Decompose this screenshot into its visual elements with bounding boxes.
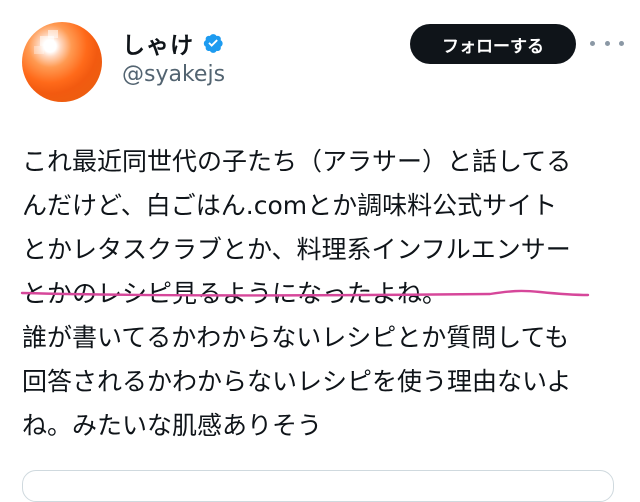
next-card-edge xyxy=(22,470,614,502)
follow-button[interactable]: フォローする xyxy=(410,24,576,64)
tweet-line: とかレタスクラブとか、料理系インフルエンサー xyxy=(22,235,571,264)
avatar[interactable] xyxy=(22,22,102,102)
dot xyxy=(619,40,624,46)
highlight-underline xyxy=(20,289,590,297)
name-row: しゃけ xyxy=(122,26,224,60)
tweet-line: ね。みたいな肌感ありそう xyxy=(22,411,323,440)
tweet-line: これ最近同世代の子たち（アラサー）と話してる xyxy=(22,147,572,176)
display-name[interactable]: しゃけ xyxy=(122,26,194,60)
dot xyxy=(590,40,595,46)
user-handle[interactable]: @syakejs xyxy=(122,62,225,87)
tweet-line: 誰が書いてるかわからないレシピとか質問しても xyxy=(22,323,570,352)
verified-badge-icon xyxy=(203,34,223,53)
dot xyxy=(604,40,610,46)
more-horizontal-icon[interactable] xyxy=(590,33,624,53)
tweet-line: んだけど、白ごはん.comとか調味料公式サイト xyxy=(22,191,558,220)
tweet-line: 回答されるかわからないレシピを使う理由ないよ xyxy=(22,367,572,396)
